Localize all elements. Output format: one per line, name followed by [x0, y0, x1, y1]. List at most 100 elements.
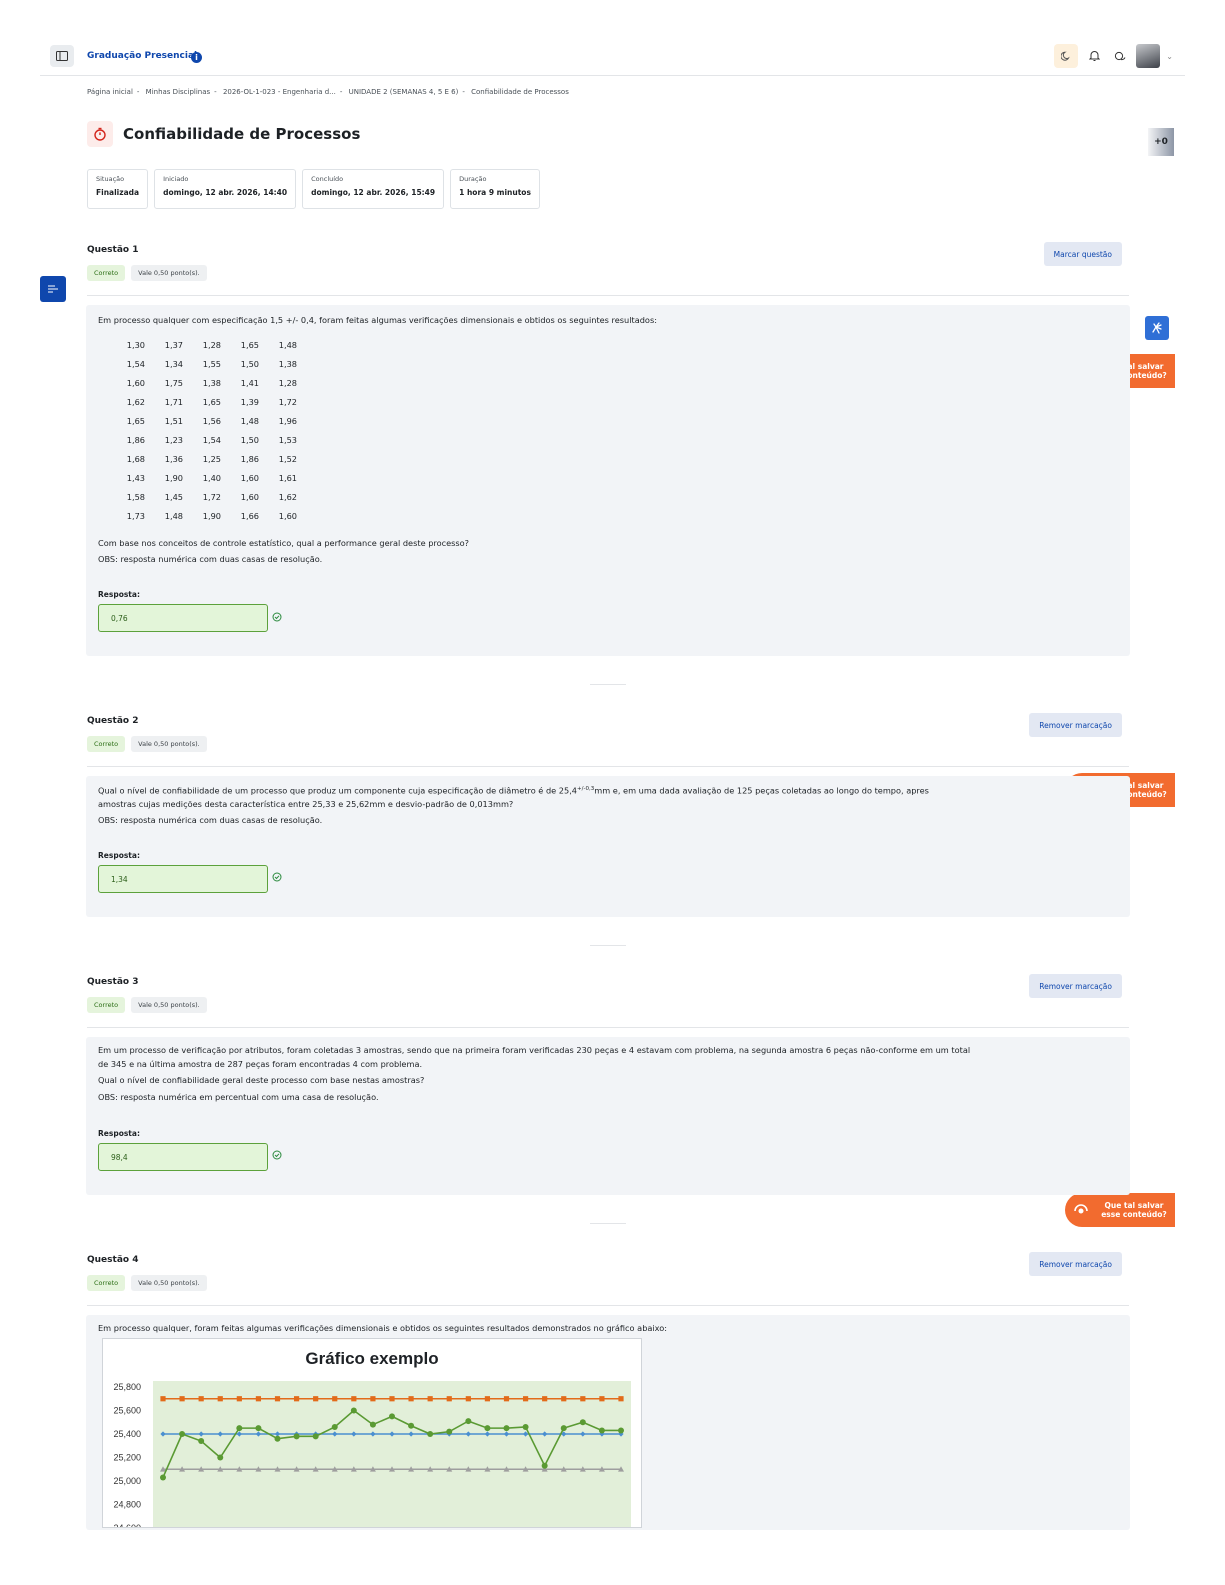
data-point — [217, 1396, 223, 1402]
list-icon — [48, 285, 58, 293]
avatar[interactable] — [1136, 44, 1161, 68]
table-cell: 1,28 — [278, 377, 297, 388]
table-cell: 1,60 — [278, 510, 297, 521]
table-cell: 1,86 — [126, 434, 145, 445]
question-text: Com base nos conceitos de controle estat… — [98, 538, 470, 548]
sidebar-toggle-button[interactable] — [50, 45, 74, 67]
table-cell: 1,37 — [164, 339, 183, 350]
question-text-cont: amostras cujas medições desta caracterís… — [98, 799, 514, 809]
y-tick-label: 25,400 — [113, 1429, 141, 1439]
attempt-summary: Situação Finalizada Iniciado domingo, 12 a… — [87, 169, 540, 209]
breadcrumb-home[interactable]: Página inicial — [87, 88, 133, 96]
table-cell: 1,45 — [164, 491, 183, 502]
check-circle-icon — [272, 612, 282, 622]
table-cell: 1,86 — [240, 453, 259, 464]
data-point — [179, 1431, 186, 1437]
data-point — [503, 1425, 510, 1432]
divider — [590, 1223, 626, 1224]
data-point — [599, 1396, 605, 1402]
breadcrumb: Página inicial - Minhas Disciplinas - 2026… — [87, 88, 569, 96]
table-cell: 1,61 — [278, 472, 297, 483]
table-cell: 1,28 — [202, 339, 221, 350]
breadcrumb-current[interactable]: Confiabilidade de Processos — [471, 88, 569, 96]
table-cell: 1,38 — [202, 377, 221, 388]
quiz-icon — [87, 121, 113, 147]
table-cell: 1,73 — [126, 510, 145, 521]
y-tick-label: 24,600 — [113, 1523, 141, 1528]
table-row: 1,60 1,75 1,38 1,41 1,28 — [113, 373, 303, 392]
question-text: Em um processo de verificação por atribu… — [98, 1045, 971, 1055]
sign-language-icon — [1152, 322, 1162, 334]
notifications-button[interactable] — [1084, 44, 1104, 68]
status-badge: Correto — [87, 1275, 126, 1291]
data-point — [484, 1425, 491, 1432]
breadcrumb-unit[interactable]: UNIDADE 2 (SEMANAS 4, 5 E 6) — [349, 88, 459, 96]
data-point — [618, 1396, 624, 1402]
table-cell: 1,65 — [240, 339, 259, 350]
question-4-header: Questão 4 Correto Vale 0,50 ponto(s). — [87, 1255, 207, 1291]
status-badge: Correto — [87, 736, 126, 752]
data-point — [503, 1396, 510, 1402]
data-point — [293, 1396, 300, 1402]
table-cell: 1,60 — [126, 377, 145, 388]
info-icon[interactable]: i — [191, 52, 202, 63]
remove-flag-button[interactable]: Remover marcação — [1029, 974, 1122, 998]
answer-input[interactable]: 98,4 — [98, 1143, 268, 1171]
table-cell: 1,41 — [240, 377, 259, 388]
breadcrumb-courses[interactable]: Minhas Disciplinas — [146, 88, 211, 96]
table-cell: 1,54 — [202, 434, 221, 445]
remove-flag-button[interactable]: Remover marcação — [1029, 1252, 1122, 1276]
accessibility-button[interactable] — [1145, 316, 1169, 340]
table-row: 1,54 1,34 1,55 1,50 1,38 — [113, 354, 303, 373]
table-cell: 1,54 — [126, 358, 145, 369]
y-tick-label: 25,800 — [113, 1382, 141, 1392]
points-chip[interactable]: +0 — [1148, 128, 1174, 156]
table-cell: 1,65 — [126, 415, 145, 426]
y-tick-label: 25,200 — [113, 1453, 141, 1463]
data-point — [598, 1427, 605, 1434]
data-point — [350, 1407, 357, 1414]
answer-input[interactable]: 0,76 — [98, 604, 268, 632]
data-point — [217, 1454, 224, 1461]
save-content-popup[interactable]: Que tal salvar esse conteúdo? — [1065, 1193, 1175, 1227]
answer-label: Resposta: — [98, 590, 140, 599]
breadcrumb-course[interactable]: 2026-OL-1-023 - Engenharia d... — [223, 88, 336, 96]
data-point — [465, 1418, 472, 1425]
remove-flag-button[interactable]: Remover marcação — [1029, 713, 1122, 737]
data-point — [236, 1425, 243, 1432]
table-cell: 1,96 — [278, 415, 297, 426]
data-point — [542, 1396, 548, 1402]
chart-plot: 25,800 25,600 25,400 25,200 25,000 24,800 24,6… — [113, 1381, 631, 1528]
flag-question-button[interactable]: Marcar questão — [1043, 242, 1122, 266]
data-point — [484, 1396, 491, 1402]
data-point — [255, 1425, 262, 1432]
page-title: Confiabilidade de Processos — [123, 125, 361, 143]
question-1-header: Questão 1 Correto Vale 0,50 ponto(s). — [87, 245, 207, 281]
table-cell: 1,53 — [278, 434, 297, 445]
table-cell: 1,72 — [202, 491, 221, 502]
data-point — [408, 1396, 414, 1402]
dark-mode-toggle[interactable] — [1054, 44, 1079, 68]
question-title: Questão 4 — [87, 1255, 139, 1265]
data-point — [522, 1396, 529, 1402]
data-point — [236, 1396, 242, 1402]
data-point — [255, 1396, 262, 1402]
bookmark-icon — [1074, 1204, 1088, 1214]
question-obs: OBS: resposta numérica com duas casas de… — [98, 554, 323, 564]
quiz-navigation-button[interactable] — [40, 276, 66, 302]
table-cell: 1,60 — [240, 491, 259, 502]
chevron-down-icon[interactable]: ⌄ — [1166, 52, 1173, 61]
summary-completed: Concluído domingo, 12 abr. 2026, 15:49 — [302, 169, 445, 209]
question-title: Questão 1 — [87, 245, 139, 255]
table-cell: 1,90 — [164, 472, 183, 483]
table-row: 1,68 1,36 1,25 1,86 1,52 — [113, 449, 303, 468]
answer-input[interactable]: 1,34 — [98, 865, 268, 893]
brand-link[interactable]: Graduação Presencial — [87, 51, 197, 61]
table-cell: 1,62 — [126, 396, 145, 407]
table-cell: 1,50 — [240, 358, 259, 369]
data-point — [351, 1396, 357, 1402]
question-title: Questão 3 — [87, 977, 139, 987]
data-point — [446, 1428, 453, 1435]
table-cell: 1,51 — [164, 415, 183, 426]
messages-button[interactable] — [1110, 44, 1130, 68]
